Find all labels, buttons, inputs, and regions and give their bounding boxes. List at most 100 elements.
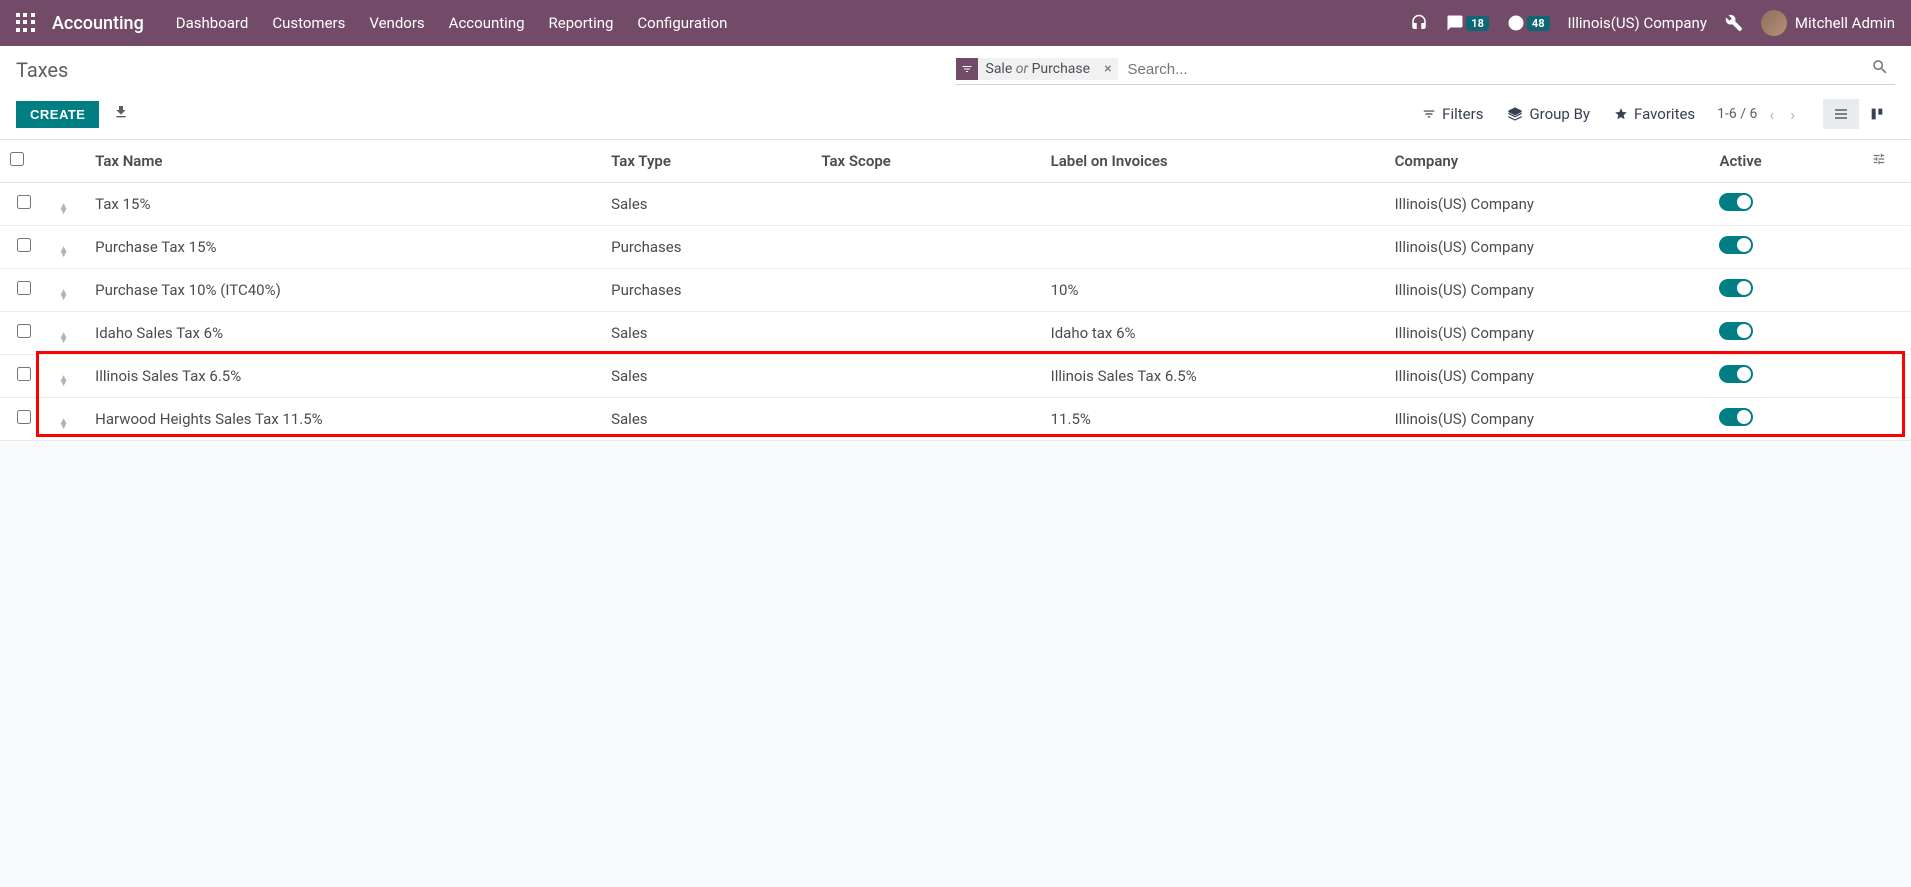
search-input[interactable] bbox=[1124, 59, 1865, 80]
cell-label: Idaho tax 6% bbox=[1041, 312, 1385, 355]
optional-fields-icon[interactable] bbox=[1872, 152, 1901, 170]
filter-icon bbox=[956, 58, 978, 80]
cell-tax-scope bbox=[811, 183, 1040, 226]
search-facet: Sale or Purchase × bbox=[956, 58, 1118, 80]
select-all-checkbox[interactable] bbox=[10, 152, 24, 166]
page-title: Taxes bbox=[16, 58, 68, 82]
facet-remove[interactable]: × bbox=[1098, 61, 1117, 77]
cell-tax-name: Idaho Sales Tax 6% bbox=[85, 312, 601, 355]
drag-handle-icon[interactable]: ▲▼ bbox=[59, 204, 69, 214]
row-checkbox[interactable] bbox=[17, 410, 31, 424]
pager: 1-6 / 6 ‹ › bbox=[1717, 105, 1799, 124]
table-row[interactable]: ▲▼ Tax 15% Sales Illinois(US) Company bbox=[0, 183, 1911, 226]
nav-vendors[interactable]: Vendors bbox=[369, 14, 424, 32]
cell-tax-type: Sales bbox=[601, 398, 811, 441]
search-bar: Sale or Purchase × bbox=[956, 58, 1896, 85]
activities-icon[interactable]: 48 bbox=[1507, 14, 1550, 32]
nav-accounting[interactable]: Accounting bbox=[449, 14, 525, 32]
drag-handle-icon[interactable]: ▲▼ bbox=[59, 290, 69, 300]
cell-tax-type: Purchases bbox=[601, 269, 811, 312]
active-toggle[interactable] bbox=[1719, 365, 1753, 383]
nav-configuration[interactable]: Configuration bbox=[637, 14, 727, 32]
list-view-button[interactable] bbox=[1823, 99, 1859, 129]
cell-company: Illinois(US) Company bbox=[1385, 226, 1710, 269]
company-switcher[interactable]: Illinois(US) Company bbox=[1568, 14, 1707, 32]
cell-tax-scope bbox=[811, 226, 1040, 269]
cell-tax-type: Sales bbox=[601, 355, 811, 398]
groupby-dropdown[interactable]: Group By bbox=[1507, 105, 1590, 123]
drag-handle-icon[interactable]: ▲▼ bbox=[59, 333, 69, 343]
col-label[interactable]: Label on Invoices bbox=[1041, 140, 1385, 183]
cell-tax-name: Tax 15% bbox=[85, 183, 601, 226]
taxes-table: Tax Name Tax Type Tax Scope Label on Inv… bbox=[0, 140, 1911, 441]
cell-label: 11.5% bbox=[1041, 398, 1385, 441]
cell-tax-type: Purchases bbox=[601, 226, 811, 269]
col-active[interactable]: Active bbox=[1709, 140, 1862, 183]
control-panel: Taxes Sale or Purchase × CREATE bbox=[0, 46, 1911, 140]
active-toggle[interactable] bbox=[1719, 236, 1753, 254]
table-row[interactable]: ▲▼ Purchase Tax 15% Purchases Illinois(U… bbox=[0, 226, 1911, 269]
pager-next[interactable]: › bbox=[1786, 105, 1799, 124]
col-tax-scope[interactable]: Tax Scope bbox=[811, 140, 1040, 183]
top-navbar: Accounting Dashboard Customers Vendors A… bbox=[0, 0, 1911, 46]
col-company[interactable]: Company bbox=[1385, 140, 1710, 183]
cell-tax-name: Illinois Sales Tax 6.5% bbox=[85, 355, 601, 398]
nav-menu: Dashboard Customers Vendors Accounting R… bbox=[176, 14, 728, 32]
row-checkbox[interactable] bbox=[17, 367, 31, 381]
messages-icon[interactable]: 18 bbox=[1446, 14, 1489, 32]
pager-value[interactable]: 1-6 / 6 bbox=[1717, 106, 1757, 122]
create-button[interactable]: CREATE bbox=[16, 101, 99, 128]
import-icon[interactable] bbox=[113, 104, 129, 124]
active-toggle[interactable] bbox=[1719, 322, 1753, 340]
drag-handle-icon[interactable]: ▲▼ bbox=[59, 247, 69, 257]
cell-label bbox=[1041, 226, 1385, 269]
pager-prev[interactable]: ‹ bbox=[1765, 105, 1778, 124]
col-tax-name[interactable]: Tax Name bbox=[85, 140, 601, 183]
cell-label: 10% bbox=[1041, 269, 1385, 312]
cell-tax-scope bbox=[811, 398, 1040, 441]
cell-company: Illinois(US) Company bbox=[1385, 183, 1710, 226]
cell-label bbox=[1041, 183, 1385, 226]
row-checkbox[interactable] bbox=[17, 238, 31, 252]
drag-handle-icon[interactable]: ▲▼ bbox=[59, 376, 69, 386]
cell-company: Illinois(US) Company bbox=[1385, 269, 1710, 312]
filters-dropdown[interactable]: Filters bbox=[1422, 105, 1483, 123]
row-checkbox[interactable] bbox=[17, 281, 31, 295]
messages-badge: 18 bbox=[1466, 16, 1489, 31]
drag-handle-icon[interactable]: ▲▼ bbox=[59, 419, 69, 429]
apps-icon[interactable] bbox=[16, 13, 36, 33]
facet-text: Sale or Purchase bbox=[978, 61, 1099, 77]
activities-badge: 48 bbox=[1527, 16, 1550, 31]
view-switcher bbox=[1823, 99, 1895, 129]
col-tax-type[interactable]: Tax Type bbox=[601, 140, 811, 183]
cell-tax-name: Purchase Tax 10% (ITC40%) bbox=[85, 269, 601, 312]
row-checkbox[interactable] bbox=[17, 324, 31, 338]
cell-tax-scope bbox=[811, 312, 1040, 355]
table-row[interactable]: ▲▼ Illinois Sales Tax 6.5% Sales Illinoi… bbox=[0, 355, 1911, 398]
table-row[interactable]: ▲▼ Purchase Tax 10% (ITC40%) Purchases 1… bbox=[0, 269, 1911, 312]
app-title[interactable]: Accounting bbox=[52, 13, 144, 34]
cell-tax-type: Sales bbox=[601, 183, 811, 226]
support-icon[interactable] bbox=[1410, 14, 1428, 32]
cell-company: Illinois(US) Company bbox=[1385, 312, 1710, 355]
cell-tax-scope bbox=[811, 269, 1040, 312]
nav-customers[interactable]: Customers bbox=[272, 14, 345, 32]
cell-tax-type: Sales bbox=[601, 312, 811, 355]
nav-reporting[interactable]: Reporting bbox=[549, 14, 614, 32]
cell-tax-scope bbox=[811, 355, 1040, 398]
active-toggle[interactable] bbox=[1719, 193, 1753, 211]
table-row[interactable]: ▲▼ Harwood Heights Sales Tax 11.5% Sales… bbox=[0, 398, 1911, 441]
table-row[interactable]: ▲▼ Idaho Sales Tax 6% Sales Idaho tax 6%… bbox=[0, 312, 1911, 355]
active-toggle[interactable] bbox=[1719, 279, 1753, 297]
user-menu[interactable]: Mitchell Admin bbox=[1761, 10, 1895, 36]
avatar bbox=[1761, 10, 1787, 36]
kanban-view-button[interactable] bbox=[1859, 99, 1895, 129]
cell-label: Illinois Sales Tax 6.5% bbox=[1041, 355, 1385, 398]
cell-tax-name: Purchase Tax 15% bbox=[85, 226, 601, 269]
row-checkbox[interactable] bbox=[17, 195, 31, 209]
debug-icon[interactable] bbox=[1725, 14, 1743, 32]
favorites-dropdown[interactable]: Favorites bbox=[1614, 105, 1695, 123]
nav-dashboard[interactable]: Dashboard bbox=[176, 14, 249, 32]
search-icon[interactable] bbox=[1865, 58, 1895, 80]
active-toggle[interactable] bbox=[1719, 408, 1753, 426]
